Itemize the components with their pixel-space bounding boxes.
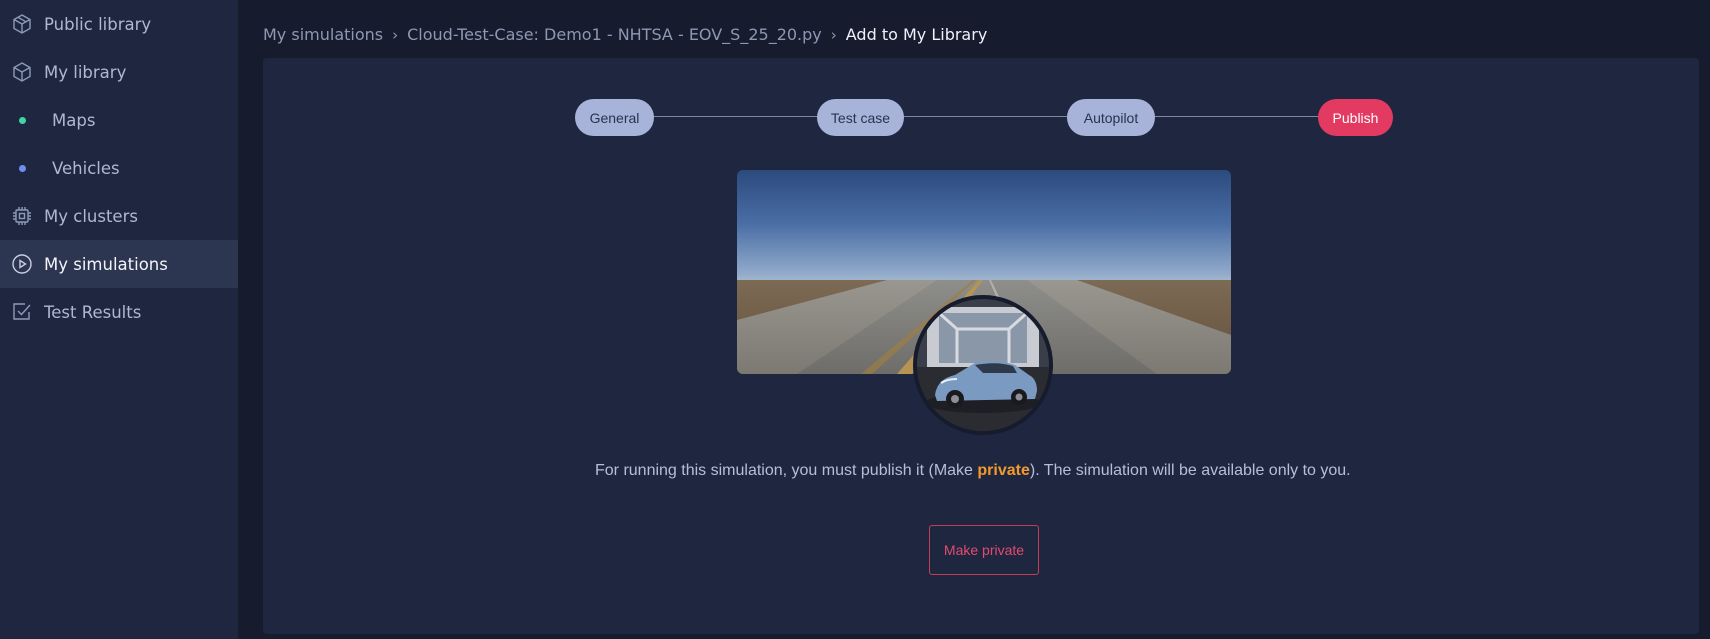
breadcrumb-test-case[interactable]: Cloud-Test-Case: Demo1 - NHTSA - EOV_S_2… — [407, 25, 822, 44]
sidebar-item-label: My simulations — [44, 254, 168, 274]
sidebar-item-my-library[interactable]: My library — [0, 48, 238, 96]
stepper-line — [620, 116, 1350, 117]
sidebar: Public library My library Maps Vehicles … — [0, 0, 238, 639]
dot-icon — [19, 164, 26, 172]
breadcrumb-separator: › — [830, 25, 837, 44]
checkbox-icon — [10, 300, 34, 324]
breadcrumb-separator: › — [392, 25, 399, 44]
sidebar-item-vehicles[interactable]: Vehicles — [0, 144, 238, 192]
sidebar-item-maps[interactable]: Maps — [0, 96, 238, 144]
sidebar-item-label: Vehicles — [52, 158, 120, 178]
breadcrumb: My simulations › Cloud-Test-Case: Demo1 … — [263, 25, 987, 44]
sidebar-item-my-clusters[interactable]: My clusters — [0, 192, 238, 240]
cube-icon — [10, 60, 34, 84]
chip-icon — [10, 204, 34, 228]
sidebar-item-label: Public library — [44, 14, 152, 34]
step-autopilot[interactable]: Autopilot — [1067, 99, 1155, 136]
sidebar-item-label: My library — [44, 62, 127, 82]
step-test-case[interactable]: Test case — [817, 99, 904, 136]
step-publish[interactable]: Publish — [1318, 99, 1393, 136]
play-circle-icon — [10, 252, 34, 276]
sidebar-item-label: Test Results — [44, 302, 142, 322]
sidebar-item-label: My clusters — [44, 206, 138, 226]
sidebar-item-test-results[interactable]: Test Results — [0, 288, 238, 336]
vehicle-avatar — [913, 295, 1053, 435]
message-highlight: private — [977, 462, 1030, 479]
message-text-after: ). The simulation will be available only… — [1029, 462, 1351, 479]
dot-icon — [19, 116, 26, 124]
message-text-before: For running this simulation, you must pu… — [595, 462, 978, 479]
cube-outline-icon — [10, 12, 34, 36]
make-private-button[interactable]: Make private — [929, 525, 1039, 575]
sidebar-item-label: Maps — [52, 110, 96, 130]
breadcrumb-my-simulations[interactable]: My simulations — [263, 25, 383, 44]
breadcrumb-current: Add to My Library — [845, 25, 988, 44]
sidebar-item-public-library[interactable]: Public library — [0, 0, 238, 48]
step-general[interactable]: General — [575, 99, 654, 136]
sidebar-item-my-simulations[interactable]: My simulations — [0, 240, 238, 288]
